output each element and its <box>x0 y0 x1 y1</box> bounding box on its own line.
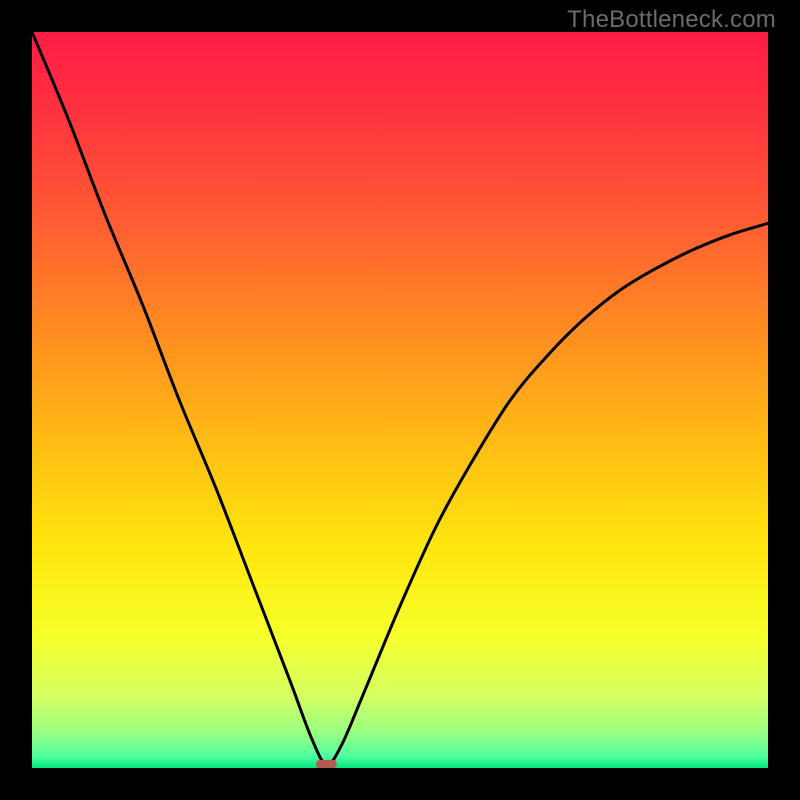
chart-frame: TheBottleneck.com <box>0 0 800 800</box>
minimum-marker <box>316 760 337 768</box>
plot-area <box>32 32 768 768</box>
chart-svg <box>32 32 768 768</box>
watermark-text: TheBottleneck.com <box>567 6 776 34</box>
bottleneck-curve <box>32 32 768 764</box>
